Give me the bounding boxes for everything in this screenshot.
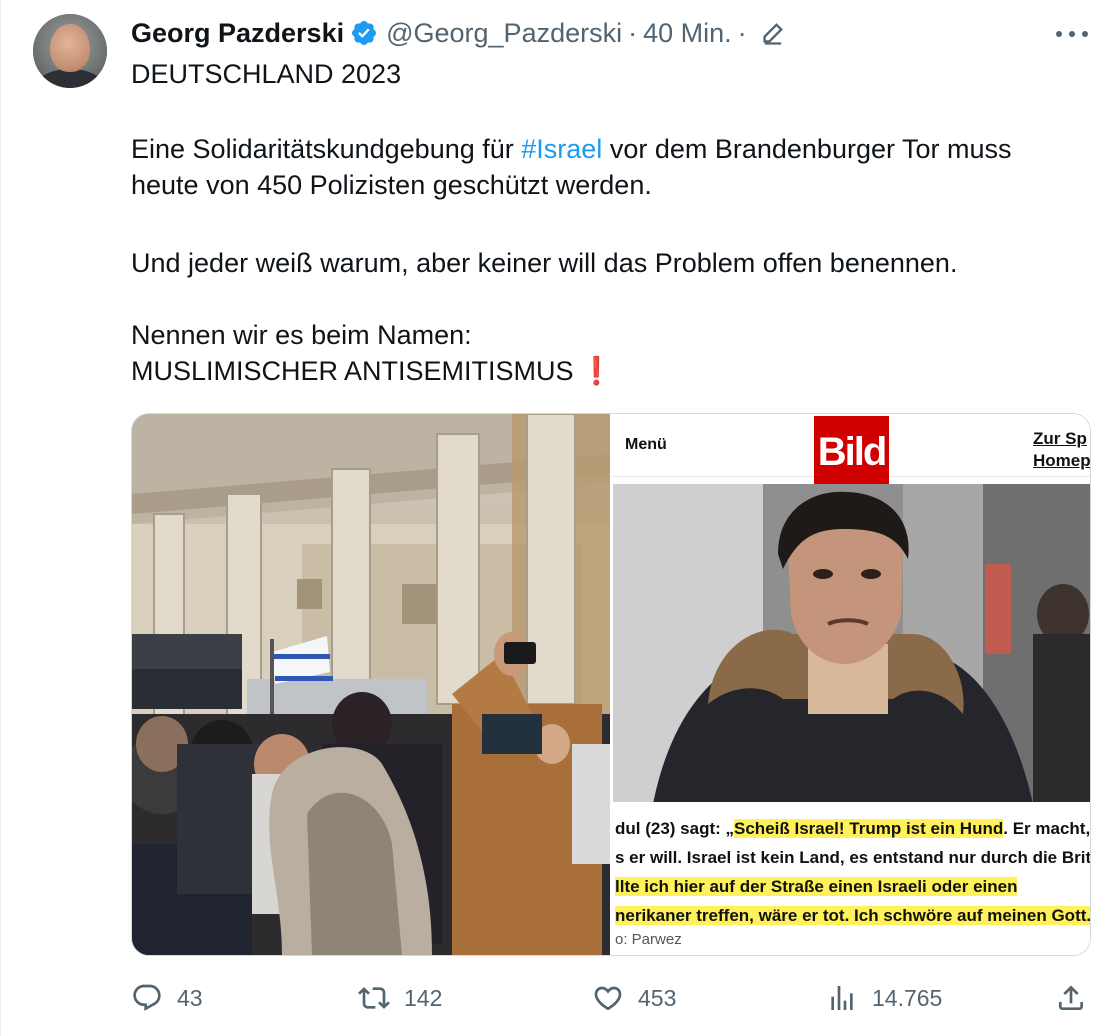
reply-count: 43	[177, 984, 203, 1011]
repost-button[interactable]: 142	[358, 982, 442, 1014]
views-count: 14.765	[872, 984, 943, 1011]
like-button[interactable]: 453	[592, 982, 676, 1014]
quote-segment: dul (23) sagt: „	[615, 819, 735, 838]
separator-dot: ·	[737, 17, 747, 48]
share-button[interactable]	[1055, 982, 1087, 1014]
tweet-text-line: MUSLIMISCHER ANTISEMITISMUS ❗	[131, 353, 1091, 389]
quote-line: dul (23) sagt: „Scheiß Israel! Trump ist…	[613, 802, 1090, 843]
bild-logo-text: Bild	[817, 429, 888, 474]
bild-link-line: Zur Sp	[1033, 429, 1087, 448]
tweet-header: Georg Pazderski @Georg_Pazderski · 40 Mi…	[131, 18, 787, 48]
timeline-border	[0, 0, 1, 1036]
action-bar: 43 142 453 14.765	[0, 982, 1118, 1018]
more-dot	[1069, 31, 1075, 37]
tweet-text-line: DEUTSCHLAND 2023	[131, 59, 402, 89]
share-icon	[1059, 985, 1083, 1010]
tweet-text-line: Und jeder weiß warum, aber keiner will d…	[131, 248, 958, 278]
hashtag-link[interactable]: #Israel	[521, 134, 602, 164]
edited-pencil-icon[interactable]	[759, 19, 787, 47]
bild-homepage-link[interactable]: Zur Sp Homep	[1033, 428, 1090, 472]
avatar[interactable]	[33, 14, 107, 88]
more-dot	[1056, 31, 1062, 37]
photo-brandenburg-gate[interactable]	[132, 414, 610, 955]
author-name[interactable]: Georg Pazderski	[131, 18, 344, 49]
views-chart-icon	[831, 986, 853, 1010]
quote-highlight: nerikaner treffen, wäre er tot. Ich schw…	[615, 906, 1090, 925]
more-options-icon[interactable]	[1056, 20, 1088, 48]
tweet-text-line: Eine Solidaritätskundgebung für #Israel …	[131, 131, 1091, 167]
avatar-face	[50, 24, 90, 72]
repost-count: 142	[404, 984, 443, 1011]
author-handle[interactable]: @Georg_Pazderski	[386, 18, 622, 49]
bild-menu-label[interactable]: Menü	[625, 436, 667, 454]
bild-link-line: Homep	[1033, 451, 1090, 470]
views-button[interactable]: 14.765	[826, 982, 942, 1014]
timestamp[interactable]: 40 Min.	[643, 18, 732, 49]
quote-segment: . Er macht,	[1003, 819, 1090, 838]
tweet-text-line: Nennen wir es beim Namen:	[131, 320, 472, 350]
tweet-media[interactable]: Menü Bild Zur Sp Homep dul (23) sagt: „S…	[131, 413, 1091, 956]
verified-badge-icon[interactable]	[350, 19, 378, 47]
tweet-text-segment: Eine Solidaritätskundgebung für	[131, 134, 522, 164]
bild-article-screenshot[interactable]: Menü Bild Zur Sp Homep dul (23) sagt: „S…	[613, 414, 1090, 955]
separator-dot: ·	[628, 17, 638, 48]
tweet-text-line: heute von 450 Polizisten geschützt werde…	[131, 170, 652, 200]
repost-icon	[358, 987, 390, 1009]
heart-icon	[594, 986, 622, 1011]
quote-line: nerikaner treffen, wäre er tot. Ich schw…	[613, 901, 1090, 930]
article-quote: dul (23) sagt: „Scheiß Israel! Trump ist…	[613, 802, 1090, 955]
reply-button[interactable]: 43	[131, 982, 203, 1014]
quote-highlight: llte ich hier auf der Straße einen Israe…	[615, 877, 1018, 896]
quote-line: s er will. Israel ist kein Land, es ents…	[615, 848, 1090, 867]
quote-highlight: Scheiß Israel! Trump ist ein Hund	[734, 819, 1004, 838]
reply-icon	[133, 984, 161, 1011]
bild-logo: Bild	[814, 416, 889, 488]
tweet-text-segment: MUSLIMISCHER ANTISEMITISMUS	[131, 356, 574, 386]
exclamation-emoji: ❗	[579, 356, 614, 386]
more-dot	[1082, 31, 1088, 37]
tweet-text-segment: vor dem Brandenburger Tor muss	[602, 134, 1012, 164]
like-count: 453	[638, 984, 677, 1011]
tweet[interactable]: Georg Pazderski @Georg_Pazderski · 40 Mi…	[0, 0, 1118, 1036]
article-photo-man	[613, 484, 1090, 804]
quote-line: llte ich hier auf der Straße einen Israe…	[613, 872, 1090, 901]
photo-credit: o: Parwez	[615, 931, 682, 948]
